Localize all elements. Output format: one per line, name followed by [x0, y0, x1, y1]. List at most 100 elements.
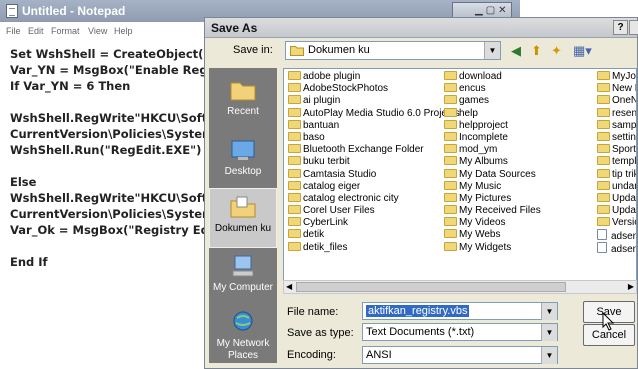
list-item[interactable]: detik	[288, 229, 460, 241]
list-item[interactable]: My Albums	[444, 156, 541, 168]
list-item[interactable]: sample	[597, 119, 636, 132]
scroll-right-icon[interactable]: ▶	[628, 281, 634, 293]
list-item[interactable]: OneNo	[597, 95, 636, 107]
text-line: Set WshShell = CreateObject("WS	[10, 47, 210, 61]
list-item[interactable]: Sports	[597, 144, 636, 156]
list-item-label: catalog eiger	[303, 180, 361, 192]
file-list[interactable]: adobe plugin AdobeStockPhotos ai plugin Aut…	[283, 68, 637, 282]
list-item[interactable]: Version	[597, 217, 636, 229]
menu-help[interactable]: Help	[114, 26, 133, 36]
list-item-label: My Data Sources	[459, 168, 536, 180]
chevron-down-icon[interactable]: ▼	[484, 42, 500, 59]
dialog-titlebar[interactable]: Save As ?	[205, 18, 638, 38]
list-item[interactable]: Bluetooth Exchange Folder	[288, 144, 460, 156]
list-item-label: MyJob	[612, 71, 636, 82]
notepad-icon	[6, 4, 18, 18]
encoding-dropdown[interactable]: ANSI ▼	[362, 346, 558, 364]
folder-icon	[288, 71, 301, 80]
list-item[interactable]: download	[444, 71, 541, 83]
list-item-label: OneNo	[612, 95, 636, 107]
text-line: WshShell.Run("RegEdit.EXE")	[10, 143, 202, 157]
list-item[interactable]: adsens	[597, 229, 636, 242]
save-type-dropdown[interactable]: Text Documents (*.txt) ▼	[362, 323, 558, 341]
list-item[interactable]: My Widgets	[444, 241, 541, 254]
list-item-label: detik	[303, 229, 325, 241]
file-icon	[597, 229, 607, 241]
notepad-text-area[interactable]: Set WshShell = CreateObject("WS Var_YN = …	[10, 46, 210, 270]
up-folder-icon[interactable]: ⬆	[531, 42, 542, 59]
menu-file[interactable]: File	[6, 26, 21, 36]
list-item[interactable]: buku terbit	[288, 156, 460, 168]
save-as-dialog: Save As ? Save in: Dokumen ku ▼ ◀ ⬆ ✦ ▦▾…	[204, 17, 638, 369]
list-item[interactable]: helpproject	[444, 119, 541, 132]
list-item[interactable]: catalog eiger	[288, 180, 460, 193]
horizontal-scrollbar[interactable]: ◀ ▶	[283, 280, 637, 294]
list-item[interactable]: Camtasia Studio	[288, 168, 460, 181]
list-item[interactable]: MyJob	[597, 71, 636, 83]
list-item[interactable]: My Videos	[444, 217, 541, 229]
menu-edit[interactable]: Edit	[28, 26, 44, 36]
list-item[interactable]: tip trik	[597, 168, 636, 181]
list-item-label: My Videos	[459, 217, 506, 229]
place-recent[interactable]: Recent	[209, 72, 277, 132]
list-item[interactable]: Corel User Files	[288, 205, 460, 217]
list-item[interactable]: My Data Sources	[444, 168, 541, 181]
list-item[interactable]: AdobeStockPhotos	[288, 83, 460, 95]
text-line: CurrentVersion\Policies\System\D	[10, 127, 210, 141]
chevron-down-icon[interactable]: ▼	[541, 324, 557, 341]
list-item[interactable]: AutoPlay Media Studio 6.0 Projects	[288, 107, 460, 120]
list-item[interactable]: baso	[288, 131, 460, 144]
chevron-down-icon[interactable]: ▼	[541, 303, 557, 320]
scroll-left-icon[interactable]: ◀	[286, 281, 292, 293]
list-item[interactable]: Incomplete	[444, 131, 541, 144]
list-item[interactable]: catalog electronic city	[288, 192, 460, 205]
list-item[interactable]: My Music	[444, 180, 541, 193]
place-my-documents[interactable]: Dokumen ku	[209, 188, 277, 248]
place-my-computer[interactable]: My Computer	[209, 248, 277, 308]
menu-view[interactable]: View	[88, 26, 107, 36]
list-item-label: resens	[612, 107, 637, 119]
list-item[interactable]: templa	[597, 156, 636, 168]
list-item-label: My Albums	[459, 156, 508, 168]
close-button[interactable]	[629, 20, 638, 35]
list-item[interactable]: help	[444, 107, 541, 120]
list-item-label: detik_files	[303, 241, 348, 253]
list-item[interactable]: My Webs	[444, 229, 541, 241]
list-item[interactable]: Update	[597, 192, 636, 205]
list-item[interactable]: Update	[597, 205, 636, 217]
list-item[interactable]: New Fo	[597, 83, 636, 95]
place-desktop[interactable]: Desktop	[209, 132, 277, 192]
list-item[interactable]: detik_files	[288, 241, 460, 254]
menu-format[interactable]: Format	[51, 26, 80, 36]
folder-icon	[288, 156, 301, 166]
list-item-label: buku terbit	[303, 156, 350, 168]
list-item[interactable]: setting	[597, 131, 636, 144]
file-name-field[interactable]: aktifkan_registry.vbs ▼	[362, 302, 558, 320]
new-folder-icon[interactable]: ✦	[551, 42, 562, 59]
place-network[interactable]: My Network Places	[209, 304, 277, 364]
list-item[interactable]: adsens	[597, 241, 636, 255]
folder-icon	[288, 241, 301, 251]
list-item[interactable]: resens	[597, 107, 637, 120]
chevron-down-icon[interactable]: ▼	[541, 347, 557, 364]
list-item[interactable]: encus	[444, 83, 541, 95]
list-item[interactable]: bantuan	[288, 119, 460, 132]
list-item[interactable]: undan	[597, 180, 636, 193]
help-button[interactable]: ?	[613, 20, 628, 35]
list-item-label: My Widgets	[459, 241, 512, 253]
save-in-dropdown[interactable]: Dokumen ku ▼	[285, 41, 501, 60]
list-item-label: Version	[612, 217, 636, 229]
list-item[interactable]: adobe plugin	[288, 71, 460, 83]
list-item[interactable]: mod_ym	[444, 144, 541, 156]
list-item[interactable]: games	[444, 95, 541, 107]
list-item[interactable]: ai plugin	[288, 95, 460, 107]
list-item[interactable]: My Received Files	[444, 205, 541, 217]
view-menu-icon[interactable]: ▦▾	[573, 42, 592, 59]
folder-icon	[444, 95, 457, 105]
text-line	[10, 238, 210, 254]
scrollbar-thumb[interactable]	[296, 282, 566, 292]
back-icon[interactable]: ◀	[511, 42, 521, 59]
list-item[interactable]: CyberLink	[288, 217, 460, 229]
list-item[interactable]: My Pictures	[444, 192, 541, 205]
text-line: Var_YN = MsgBox("Enable Registr	[10, 63, 210, 77]
